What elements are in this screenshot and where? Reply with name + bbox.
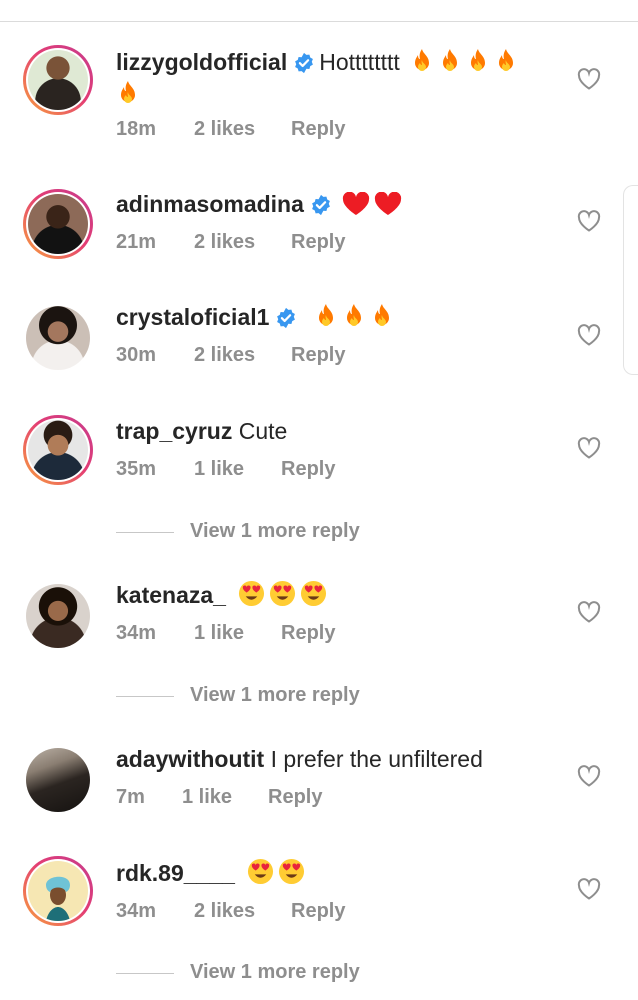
avatar[interactable] xyxy=(23,415,93,485)
comment-text: rdk.89____ xyxy=(116,858,309,892)
heart-eyes-emoji-icon xyxy=(278,858,305,892)
fire-emoji-icon xyxy=(494,48,518,81)
comment-time: 35m xyxy=(116,458,157,480)
avatar-photo-icon xyxy=(26,748,90,812)
comment-text-wrap xyxy=(116,79,144,113)
likes-count[interactable]: 1 like xyxy=(194,622,244,645)
emoji-group xyxy=(307,304,397,330)
like-heart-icon[interactable] xyxy=(577,324,601,346)
fire-emoji-icon xyxy=(342,303,366,336)
avatar-photo-icon xyxy=(28,50,88,110)
emoji-group xyxy=(241,858,309,886)
reply-button[interactable]: Reply xyxy=(268,786,322,809)
like-heart-icon[interactable] xyxy=(577,210,601,232)
view-more-line xyxy=(116,696,174,697)
likes-count[interactable]: 2 likes xyxy=(194,900,255,923)
comment-text: crystaloficial1 xyxy=(116,302,398,336)
reply-button[interactable]: Reply xyxy=(291,344,345,367)
heart-eyes-emoji-icon xyxy=(238,580,265,614)
view-more-label[interactable]: View 1 more reply xyxy=(190,520,360,543)
verified-badge-icon xyxy=(310,193,332,223)
emoji-group xyxy=(232,580,331,608)
comment-username[interactable]: adaywithoutit xyxy=(116,746,264,772)
red-heart-emoji-icon xyxy=(374,191,402,223)
like-heart-icon[interactable] xyxy=(577,765,601,787)
avatar[interactable] xyxy=(23,745,93,815)
view-more-label[interactable]: View 1 more reply xyxy=(190,684,360,707)
view-more-line xyxy=(116,973,174,974)
likes-count[interactable]: 2 likes xyxy=(194,231,255,254)
comment-text: trap_cyruz Cute xyxy=(116,416,287,446)
comment-time: 18m xyxy=(116,118,157,140)
fire-emoji-icon xyxy=(314,303,338,336)
likes-count[interactable]: 1 like xyxy=(182,786,232,809)
comment-username[interactable]: lizzygoldofficial xyxy=(116,49,287,75)
avatar[interactable] xyxy=(23,45,93,115)
comment-text: katenaza_ xyxy=(116,580,331,614)
comment-time: 21m xyxy=(116,231,157,253)
heart-eyes-emoji-icon xyxy=(300,580,327,614)
like-heart-icon[interactable] xyxy=(577,68,601,90)
likes-count[interactable]: 1 like xyxy=(194,458,244,481)
comment-text: adaywithoutit I prefer the unfiltered xyxy=(116,744,483,774)
avatar-photo-icon xyxy=(28,194,88,254)
comment-time: 30m xyxy=(116,344,157,366)
avatar-photo-icon xyxy=(26,584,90,648)
comment-body: Cute xyxy=(238,418,288,444)
likes-count[interactable]: 2 likes xyxy=(194,344,255,367)
scroll-indicator[interactable] xyxy=(623,185,638,375)
reply-button[interactable]: Reply xyxy=(281,622,335,645)
avatar[interactable] xyxy=(23,189,93,259)
red-heart-emoji-icon xyxy=(342,191,370,223)
fire-emoji-icon xyxy=(410,48,434,81)
heart-eyes-emoji-icon xyxy=(247,858,274,892)
like-heart-icon[interactable] xyxy=(577,601,601,623)
avatar[interactable] xyxy=(23,856,93,926)
fire-emoji-icon xyxy=(370,303,394,336)
view-more-line xyxy=(116,532,174,533)
fire-emoji-icon xyxy=(116,80,140,113)
fire-emoji-icon xyxy=(438,48,462,81)
likes-count[interactable]: 2 likes xyxy=(194,118,255,141)
comment-time: 34m xyxy=(116,900,157,922)
emoji-group xyxy=(404,49,522,75)
verified-badge-icon xyxy=(293,51,315,81)
like-heart-icon[interactable] xyxy=(577,878,601,900)
reply-button[interactable]: Reply xyxy=(291,118,345,141)
comment-text: adinmasomadina xyxy=(116,189,406,223)
comment-body: I prefer the unfiltered xyxy=(270,746,483,772)
view-more-label[interactable]: View 1 more reply xyxy=(190,961,360,984)
comment-username[interactable]: crystaloficial1 xyxy=(116,304,269,330)
heart-eyes-emoji-icon xyxy=(269,580,296,614)
verified-badge-icon xyxy=(275,306,297,336)
reply-button[interactable]: Reply xyxy=(291,900,345,923)
fire-emoji-icon xyxy=(466,48,490,81)
top-divider xyxy=(0,21,638,22)
comment-username[interactable]: trap_cyruz xyxy=(116,418,232,444)
comment-text: lizzygoldofficial Hotttttttt xyxy=(116,47,522,81)
comment-username[interactable]: adinmasomadina xyxy=(116,191,304,217)
avatar-photo-icon xyxy=(26,306,90,370)
comment-time: 34m xyxy=(116,622,157,644)
avatar[interactable] xyxy=(23,303,93,373)
comment-body: Hotttttttt xyxy=(319,49,400,75)
emoji-group xyxy=(336,191,406,217)
avatar-photo-icon xyxy=(28,420,88,480)
comment-username[interactable]: rdk.89____ xyxy=(116,860,235,886)
reply-button[interactable]: Reply xyxy=(281,458,335,481)
avatar[interactable] xyxy=(23,581,93,651)
comment-time: 7m xyxy=(116,786,145,808)
reply-button[interactable]: Reply xyxy=(291,231,345,254)
like-heart-icon[interactable] xyxy=(577,437,601,459)
comment-username[interactable]: katenaza_ xyxy=(116,582,226,608)
avatar-illustration-icon xyxy=(28,861,88,921)
